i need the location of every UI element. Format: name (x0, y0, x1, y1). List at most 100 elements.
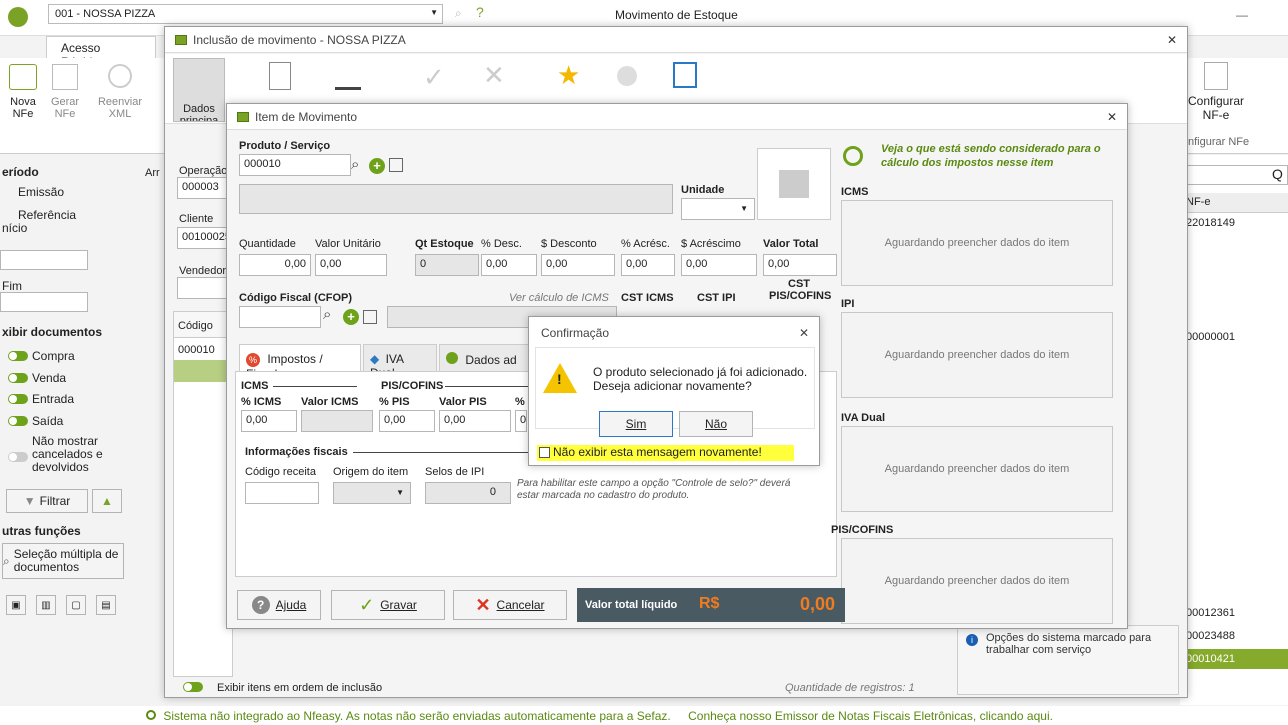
valor-total-field[interactable]: 0,00 (763, 254, 837, 276)
minimize-button[interactable]: — (1236, 8, 1248, 22)
item-row-selected[interactable] (174, 360, 232, 382)
company-select-value: 001 - NOSSA PIZZA (55, 8, 156, 20)
cst-ipi-label: CST IPI (697, 292, 736, 304)
acrescimo-label: $ Acréscimo (681, 238, 741, 250)
qt-estoque-field: 0 (415, 254, 479, 276)
status-link[interactable]: Conheça nosso Emissor de Notas Fiscais E… (688, 709, 1053, 723)
acresc-pct-field[interactable]: 0,00 (621, 254, 675, 276)
ver-calculo-link[interactable]: Ver cálculo de ICMS (509, 292, 609, 304)
nfe-row-selected[interactable]: 00010421 (1184, 649, 1288, 669)
desc-pct-label: % Desc. (481, 238, 522, 250)
codigo-receita-field[interactable] (245, 482, 319, 504)
gravar-button[interactable]: ✓ Gravar (331, 590, 445, 620)
nao-exibir-label: Não exibir esta mensagem novamente! (553, 445, 762, 459)
check-icon: ✓ (359, 594, 375, 615)
chevron-down-icon: ▼ (740, 204, 748, 213)
fim-date-field[interactable] (0, 292, 88, 312)
valor-unitario-field[interactable]: 0,00 (315, 254, 387, 276)
help-circle-icon[interactable] (617, 66, 637, 86)
star-icon[interactable]: ★ (557, 60, 580, 91)
inclusao-close-icon[interactable]: ✕ (1167, 33, 1177, 47)
filtrar-button[interactable]: ▼ Filtrar (6, 489, 88, 513)
cancel-x-icon[interactable]: ✕ (483, 60, 505, 91)
cofins-field[interactable]: 0, (515, 410, 527, 432)
origem-item-select[interactable]: ▼ (333, 482, 411, 504)
desc-pct-field[interactable]: 0,00 (481, 254, 537, 276)
desconto-field[interactable]: 0,00 (541, 254, 615, 276)
referencia-radio[interactable]: Referência (18, 208, 76, 222)
tool-button-1[interactable]: ▣ (6, 595, 26, 615)
search-produto-icon[interactable]: ⌕ (351, 156, 359, 173)
exibir-ordem-toggle[interactable] (183, 682, 203, 692)
venda-toggle[interactable] (8, 373, 28, 383)
check-icon[interactable]: ✓ (423, 62, 445, 93)
nao-exibir-checkbox[interactable]: Não exibir esta mensagem novamente! (537, 445, 794, 461)
nfe-row-4[interactable]: 00023488 (1186, 630, 1235, 642)
qt-estoque-value: 0 (420, 258, 427, 270)
pis-panel: Aguardando preencher dados do item (841, 538, 1113, 624)
add-cfop-icon[interactable]: + (343, 309, 359, 325)
edit-produto-icon[interactable] (389, 158, 403, 172)
tab-iva-dual[interactable]: ◆ IVA Dual (363, 344, 437, 380)
produto-field[interactable]: 000010 (239, 154, 351, 176)
pct-pis-field[interactable]: 0,00 (379, 410, 435, 432)
pct-icms-field[interactable]: 0,00 (241, 410, 297, 432)
inicio-date-field[interactable] (0, 250, 88, 270)
reenviar-xml-button[interactable]: Reenviar XML (92, 64, 148, 134)
cancelar-label: Cancelar (496, 598, 545, 612)
tool-button-2[interactable]: ▥ (36, 595, 56, 615)
icms-panel-text: Aguardando preencher dados do item (884, 237, 1070, 249)
edit-cfop-icon[interactable] (363, 310, 377, 324)
dados-principais-tab[interactable]: Dados principa (173, 58, 225, 122)
company-select[interactable]: 001 - NOSSA PIZZA ▼ (48, 4, 443, 24)
operacao-value: 000003 (182, 181, 219, 193)
compra-toggle[interactable] (8, 351, 28, 361)
valor-pis-label: Valor PIS (439, 396, 487, 408)
quick-access-tab[interactable]: Acesso Rápido (46, 36, 156, 69)
selecao-multipla-button[interactable]: ⌕ Seleção múltipla de documentos (2, 543, 124, 579)
add-produto-icon[interactable]: + (369, 158, 385, 174)
tool-button-3[interactable]: ▢ (66, 595, 86, 615)
ajuda-button[interactable]: ? Ajuda (237, 590, 321, 620)
cancelar-button[interactable]: ✕ Cancelar (453, 590, 567, 620)
emissao-radio[interactable]: Emissão (18, 185, 64, 199)
cfop-field[interactable] (239, 306, 321, 328)
search-cfop-icon[interactable]: ⌕ (323, 306, 331, 323)
help-icon[interactable]: ? (476, 4, 484, 20)
nfe-config-icon (1204, 62, 1228, 90)
exit-door-icon[interactable] (673, 62, 697, 88)
nfe-row-1[interactable]: 22018149 (1186, 217, 1235, 229)
tab-impostos[interactable]: % Impostos / Fiscal (239, 344, 361, 381)
item-row[interactable]: 000010 (174, 338, 232, 360)
quantidade-value: 0,00 (284, 258, 306, 270)
saida-toggle[interactable] (8, 416, 28, 426)
outras-funcoes-label: utras funções (2, 524, 81, 538)
doc-edit-icon[interactable] (269, 62, 291, 90)
cfop-label: Código Fiscal (CFOP) (239, 292, 353, 304)
search-icon[interactable]: ⌕ (455, 6, 462, 21)
tool-button-4[interactable]: ▤ (96, 595, 116, 615)
entrada-toggle[interactable] (8, 394, 28, 404)
gerar-nfe-button[interactable]: Gerar NFe (48, 64, 82, 134)
nfe-row-3[interactable]: 00012361 (1186, 607, 1235, 619)
export-button[interactable]: ▲ (92, 489, 122, 513)
confirm-title: Confirmação (541, 326, 610, 340)
configurar-nfe-button[interactable]: Configurar NF-e (1186, 62, 1246, 132)
nova-nfe-button[interactable]: Nova NFe (6, 64, 40, 134)
unidade-select[interactable]: ▼ (681, 198, 755, 220)
nao-button[interactable]: Não (679, 411, 753, 437)
origem-item-label: Origem do item (333, 466, 409, 478)
chart-icon[interactable] (335, 68, 361, 90)
nao-mostrar-toggle[interactable] (8, 452, 28, 462)
selos-ipi-label: Selos de IPI (425, 466, 485, 478)
valor-pis-field[interactable]: 0,00 (439, 410, 511, 432)
desc-pct-value: 0,00 (486, 258, 508, 270)
right-search-icon[interactable]: Q (1272, 166, 1283, 182)
sim-button[interactable]: Sim (599, 411, 673, 437)
tab-dados-adicionais[interactable]: Dados ad (439, 344, 529, 372)
quantidade-field[interactable]: 0,00 (239, 254, 311, 276)
item-close-icon[interactable]: ✕ (1107, 110, 1117, 124)
nfe-row-2[interactable]: 00000001 (1186, 331, 1235, 343)
acrescimo-field[interactable]: 0,00 (681, 254, 757, 276)
confirm-close-icon[interactable]: ✕ (799, 326, 809, 340)
